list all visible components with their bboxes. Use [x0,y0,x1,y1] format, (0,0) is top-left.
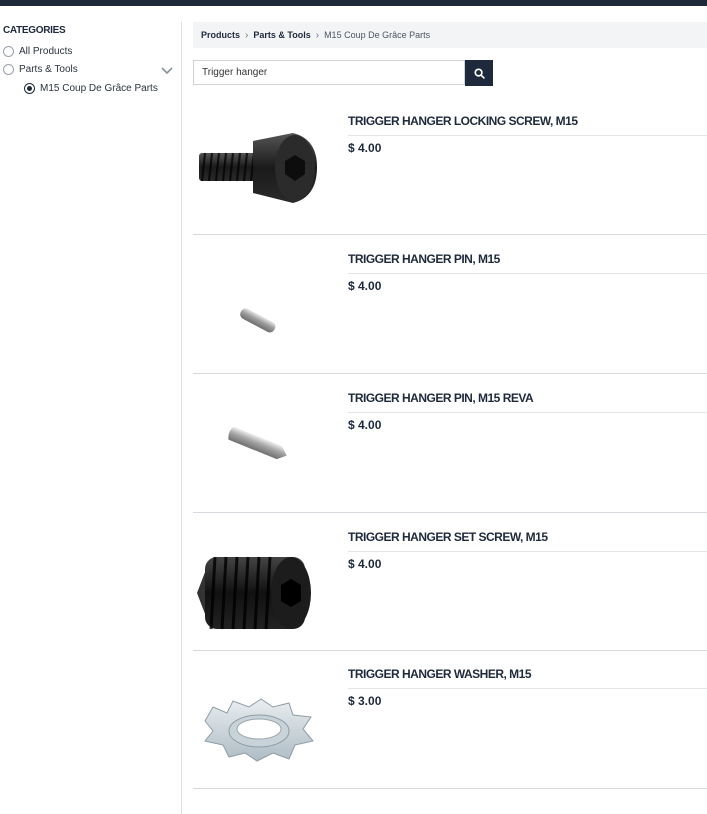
product-image[interactable] [193,235,323,374]
radio-icon[interactable] [3,63,14,75]
product-name[interactable]: TRIGGER HANGER PIN, M15 [348,252,500,266]
product-item[interactable]: TRIGGER HANGER WASHER, M15 $ 3.00 [193,651,707,789]
pin-image [228,426,287,459]
category-parts-tools[interactable]: Parts & Tools [3,62,78,76]
divider [348,412,707,413]
product-image[interactable] [193,374,323,513]
search-icon [473,67,485,79]
product-price: $ 4.00 [348,557,382,571]
category-label: All Products [19,45,73,57]
category-label: M15 Coup De Grâce Parts [40,82,158,94]
search-input[interactable] [193,60,465,85]
search-bar [193,60,493,86]
category-m15-coup-de-grace[interactable]: M15 Coup De Grâce Parts [24,81,158,95]
category-sidebar: CATEGORIES All Products Parts & Tools M1… [0,22,182,814]
category-label: Parts & Tools [19,63,78,75]
product-price: $ 4.00 [348,418,382,432]
product-price: $ 4.00 [348,141,382,155]
product-image[interactable] [193,513,323,651]
star-washer-image [204,698,314,762]
product-price: $ 3.00 [348,694,382,708]
product-item[interactable]: TRIGGER HANGER PIN, M15 $ 4.00 [193,235,707,374]
divider [348,273,707,274]
divider [348,135,707,136]
product-name[interactable]: TRIGGER HANGER PIN, M15 REVA [348,391,534,405]
product-item[interactable]: TRIGGER HANGER SET SCREW, M15 $ 4.00 [193,513,707,651]
divider [348,551,707,552]
top-bar [0,0,707,6]
chevron-right-icon: › [245,29,249,41]
breadcrumb-current: M15 Coup De Grâce Parts [324,30,431,40]
radio-icon[interactable] [3,45,14,57]
chevron-right-icon: › [315,29,320,41]
breadcrumb-link-products[interactable]: Products [201,30,240,40]
socket-head-screw-image [199,132,317,203]
product-item[interactable]: TRIGGER HANGER LOCKING SCREW, M15 $ 4.00 [193,96,707,235]
divider [348,688,707,689]
product-name[interactable]: TRIGGER HANGER LOCKING SCREW, M15 [348,114,578,128]
product-image[interactable] [193,96,323,235]
small-pin-image [240,307,276,332]
radio-checked-icon[interactable] [24,82,35,94]
product-name[interactable]: TRIGGER HANGER SET SCREW, M15 [348,530,548,544]
chevron-down-icon[interactable] [160,66,174,76]
product-name[interactable]: TRIGGER HANGER WASHER, M15 [348,667,532,681]
product-image[interactable] [193,651,323,789]
set-screw-image [197,556,311,630]
categories-heading: CATEGORIES [3,25,66,36]
product-item[interactable]: TRIGGER HANGER PIN, M15 REVA $ 4.00 [193,374,707,513]
breadcrumb-link-parts-tools[interactable]: Parts & Tools [253,30,310,40]
product-price: $ 4.00 [348,279,382,293]
search-button[interactable] [465,60,493,86]
category-all-products[interactable]: All Products [3,44,72,58]
breadcrumb: Products › Parts & Tools › M15 Coup De G… [193,22,707,48]
